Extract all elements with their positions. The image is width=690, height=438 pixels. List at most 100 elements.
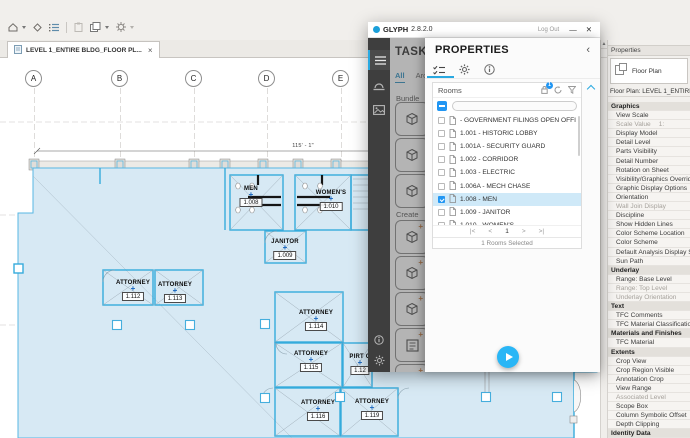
room-checkbox[interactable] bbox=[438, 169, 445, 176]
property-row[interactable]: Color Scheme bbox=[608, 238, 690, 247]
navigate-icon[interactable] bbox=[33, 19, 42, 37]
property-row[interactable]: View Scale bbox=[608, 111, 690, 120]
room-tag[interactable]: WOMEN'S+1.010 bbox=[316, 190, 347, 211]
property-row[interactable]: Default Analysis Display Style bbox=[608, 248, 690, 257]
room-number-tag[interactable]: 1.112 bbox=[122, 292, 145, 301]
property-row[interactable]: Scale Value1: bbox=[608, 120, 690, 129]
property-row[interactable]: Discipline bbox=[608, 211, 690, 220]
room-number-tag[interactable]: 1.010 bbox=[319, 202, 342, 211]
property-row[interactable]: Range: Base Level bbox=[608, 275, 690, 284]
property-row[interactable]: Wall Join Display bbox=[608, 202, 690, 211]
info-tab-icon[interactable] bbox=[484, 62, 495, 80]
first-page-button[interactable]: |< bbox=[470, 228, 475, 235]
room-checkbox[interactable] bbox=[438, 183, 445, 190]
glyph-titlebar[interactable]: GLYPH 2.8.2.0 Log Out — ✕ bbox=[368, 22, 600, 38]
scrollbar-up-icon[interactable]: ▲ bbox=[601, 40, 607, 49]
last-page-button[interactable]: >| bbox=[539, 228, 544, 235]
grid-bubble[interactable]: B bbox=[111, 70, 128, 87]
filter-icon[interactable] bbox=[568, 86, 576, 94]
logout-button[interactable]: Log Out bbox=[538, 27, 559, 33]
property-row[interactable]: Sun Path bbox=[608, 257, 690, 266]
collapse-panel-icon[interactable]: ‹ bbox=[586, 44, 590, 56]
property-row[interactable]: Color Scheme Location bbox=[608, 229, 690, 238]
property-row[interactable]: Visibility/Graphics Overrides bbox=[608, 175, 690, 184]
property-row[interactable]: Depth Clipping bbox=[608, 420, 690, 429]
tab-close-icon[interactable]: × bbox=[148, 46, 153, 55]
room-tag[interactable]: ATTORNEY+1.115 bbox=[294, 351, 328, 372]
grid-bubble[interactable]: D bbox=[258, 70, 275, 87]
scrollbar-thumb[interactable] bbox=[601, 49, 607, 58]
room-tag[interactable]: ATTORNEY+1.119 bbox=[355, 399, 389, 420]
property-row[interactable]: TFC Material Classification bbox=[608, 320, 690, 329]
property-row[interactable]: Range: Top Level bbox=[608, 284, 690, 293]
property-row[interactable]: View Range bbox=[608, 384, 690, 393]
room-tag[interactable]: ATTORNEY+1.116 bbox=[301, 400, 335, 421]
info-icon[interactable] bbox=[368, 330, 390, 350]
gear-icon[interactable] bbox=[368, 350, 390, 370]
nav-hardhat-icon[interactable] bbox=[368, 76, 390, 96]
properties-panel-header[interactable]: Properties bbox=[608, 45, 690, 56]
grid-bubble[interactable]: E bbox=[332, 70, 349, 87]
room-checkbox[interactable] bbox=[438, 209, 445, 216]
rooms-search-input[interactable] bbox=[452, 101, 577, 111]
room-tag[interactable]: MEN+1.008 bbox=[239, 186, 262, 207]
property-row[interactable]: TFC Comments bbox=[608, 311, 690, 320]
property-row[interactable]: Detail Number bbox=[608, 157, 690, 166]
refresh-icon[interactable] bbox=[554, 86, 562, 94]
type-selector[interactable]: Floor Plan bbox=[610, 58, 688, 84]
property-row[interactable]: Detail Level bbox=[608, 138, 690, 147]
lock-icon[interactable]: 1 bbox=[541, 86, 548, 94]
room-tag[interactable]: ATTORNEY+1.113 bbox=[158, 282, 192, 303]
minimize-icon[interactable]: — bbox=[566, 25, 580, 34]
room-number-tag[interactable]: 1.12 bbox=[350, 366, 370, 375]
property-row[interactable]: TFC Material bbox=[608, 338, 690, 347]
property-row[interactable]: Crop View bbox=[608, 357, 690, 366]
room-tag[interactable]: ATTORNEY+1.114 bbox=[299, 310, 333, 331]
room-number-tag[interactable]: 1.009 bbox=[273, 251, 296, 260]
room-tag[interactable]: JANITOR+1.009 bbox=[271, 239, 299, 260]
grid-bubble[interactable]: A bbox=[25, 70, 42, 87]
home-icon[interactable] bbox=[8, 19, 18, 37]
home-dropdown-caret[interactable] bbox=[22, 26, 26, 29]
room-checkbox[interactable] bbox=[438, 196, 445, 203]
room-number-tag[interactable]: 1.119 bbox=[361, 411, 384, 420]
property-row[interactable]: Crop Region Visible bbox=[608, 366, 690, 375]
grid-bubble[interactable]: C bbox=[185, 70, 202, 87]
property-row[interactable]: Parts Visibility bbox=[608, 147, 690, 156]
run-play-button[interactable] bbox=[497, 346, 519, 368]
property-row[interactable]: Display Model bbox=[608, 129, 690, 138]
room-number-tag[interactable]: 1.115 bbox=[300, 363, 323, 372]
list-scrollbar-thumb[interactable] bbox=[578, 116, 580, 156]
room-number-tag[interactable]: 1.116 bbox=[307, 412, 330, 421]
close-icon[interactable]: ✕ bbox=[583, 25, 595, 34]
canvas-scrollbar[interactable]: ▲ bbox=[600, 40, 608, 438]
collapse-rooms-chevron-icon[interactable] bbox=[587, 85, 595, 93]
room-list-item[interactable]: 1.010 - WOMEN'S bbox=[433, 219, 581, 225]
select-all-checkbox[interactable] bbox=[437, 101, 447, 111]
nav-image-icon[interactable] bbox=[368, 100, 390, 120]
windows-cascade-icon[interactable] bbox=[90, 19, 101, 37]
property-row[interactable]: Graphic Display Options bbox=[608, 184, 690, 193]
property-row[interactable]: Scope Box bbox=[608, 402, 690, 411]
room-number-tag[interactable]: 1.008 bbox=[239, 198, 262, 207]
room-checkbox[interactable] bbox=[438, 156, 445, 163]
room-checkbox[interactable] bbox=[438, 117, 445, 124]
list-icon[interactable] bbox=[49, 19, 59, 37]
settings-icon[interactable] bbox=[116, 19, 126, 37]
property-row[interactable]: Underlay Orientation bbox=[608, 293, 690, 302]
property-row[interactable]: Column Symbolic Offset bbox=[608, 411, 690, 420]
room-checkbox[interactable] bbox=[438, 130, 445, 137]
room-number-tag[interactable]: 1.114 bbox=[305, 322, 328, 331]
view-tab[interactable]: LEVEL 1_ENTIRE BLDG_FLOOR PL... × bbox=[7, 41, 160, 58]
property-row[interactable]: Associated Level bbox=[608, 393, 690, 402]
room-number-tag[interactable]: 1.113 bbox=[164, 294, 187, 303]
settings-tab-icon[interactable] bbox=[459, 62, 470, 80]
prev-page-button[interactable]: < bbox=[488, 228, 492, 235]
property-row[interactable]: Annotation Crop bbox=[608, 375, 690, 384]
view-name-label[interactable]: Floor Plan: LEVEL 1_ENTIRE BL bbox=[608, 86, 690, 97]
windows-dropdown-caret[interactable] bbox=[105, 26, 109, 29]
property-row[interactable]: Rotation on Sheet bbox=[608, 166, 690, 175]
nav-tasks-icon[interactable] bbox=[368, 50, 390, 70]
property-row[interactable]: Orientation bbox=[608, 193, 690, 202]
room-checkbox[interactable] bbox=[438, 222, 445, 225]
